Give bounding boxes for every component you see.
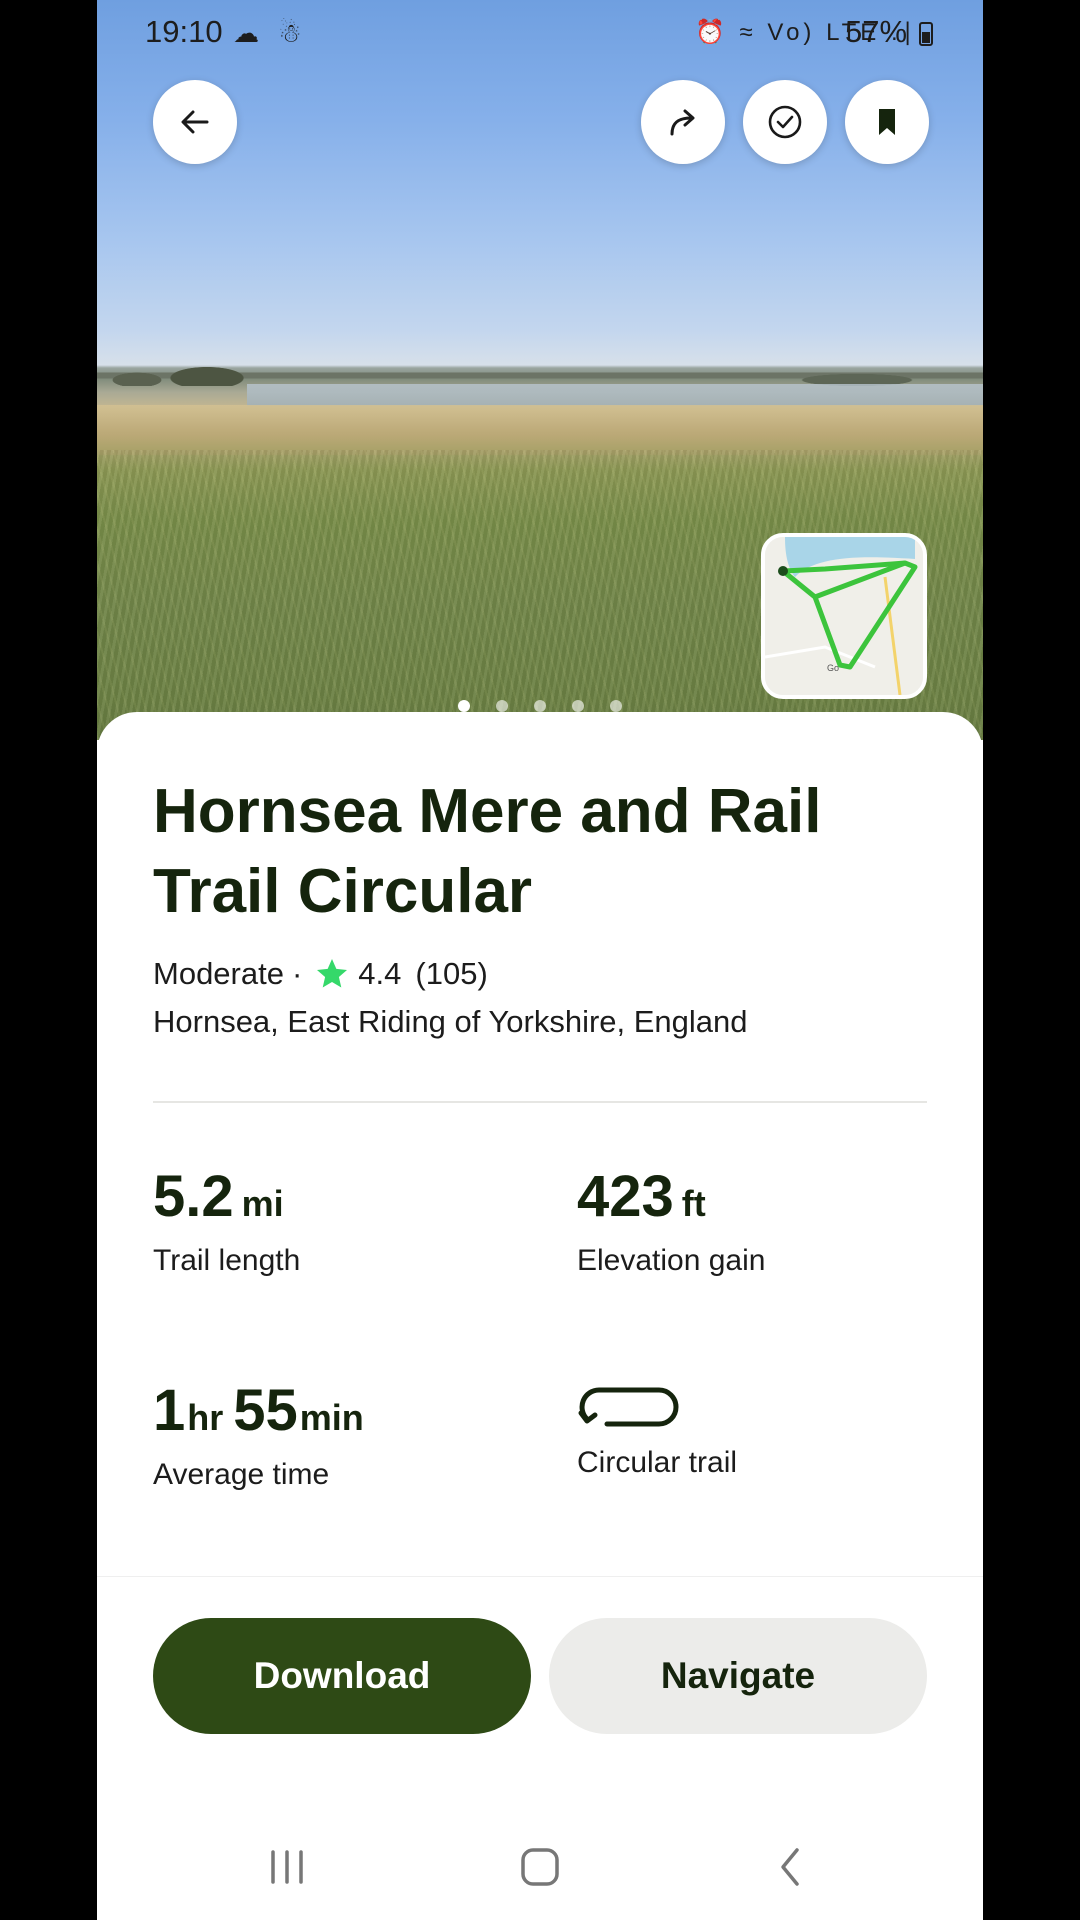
photo-reeds bbox=[97, 405, 983, 455]
time-minutes: 55 bbox=[233, 1378, 298, 1443]
length-label: Trail length bbox=[153, 1244, 301, 1277]
map-place-label: Go bbox=[827, 663, 839, 673]
download-button[interactable]: Download bbox=[153, 1618, 531, 1734]
mark-completed-button[interactable] bbox=[743, 80, 827, 164]
home-icon[interactable] bbox=[510, 1842, 570, 1892]
system-nav-bar bbox=[97, 1818, 983, 1918]
trail-location[interactable]: Hornsea, East Riding of Yorkshire, Engla… bbox=[153, 1004, 748, 1040]
action-divider bbox=[97, 1576, 983, 1577]
status-time: 19:10 bbox=[145, 14, 223, 49]
pager-dot bbox=[496, 700, 508, 712]
trail-info-sheet: Hornsea Mere and Rail Trail Circular Mod… bbox=[97, 712, 983, 1920]
map-thumbnail[interactable]: Go bbox=[761, 533, 927, 699]
trail-meta: Moderate · 4.4 (105) bbox=[153, 956, 488, 992]
elevation-label: Elevation gain bbox=[577, 1244, 766, 1277]
pager-dot bbox=[458, 700, 470, 712]
arrow-left-icon bbox=[181, 110, 209, 134]
length-value: 5.2 bbox=[153, 1164, 234, 1229]
rating-count[interactable]: (105) bbox=[415, 956, 487, 992]
stat-route-type: Circular trail bbox=[577, 1380, 937, 1480]
share-button[interactable] bbox=[641, 80, 725, 164]
stat-elevation-gain: 423 ft Elevation gain bbox=[577, 1165, 937, 1278]
stat-trail-length: 5.2 mi Trail length bbox=[153, 1165, 513, 1278]
back-nav-icon[interactable] bbox=[761, 1842, 821, 1892]
trail-details-screen: 19:10 ☁ ☃ ⏰ ≈ Vo) LTE .∣ 57% Go Hornsea … bbox=[97, 0, 983, 1920]
length-unit: mi bbox=[241, 1183, 284, 1224]
route-type-label: Circular trail bbox=[577, 1446, 738, 1479]
recent-apps-icon[interactable] bbox=[257, 1842, 317, 1892]
share-arrow-icon bbox=[670, 109, 695, 136]
difficulty-label: Moderate bbox=[153, 956, 284, 991]
elevation-value: 423 bbox=[577, 1164, 674, 1229]
status-bar: 19:10 ☁ ☃ ⏰ ≈ Vo) LTE .∣ 57% bbox=[97, 0, 983, 66]
navigate-button[interactable]: Navigate bbox=[549, 1618, 927, 1734]
battery-level: 57% bbox=[845, 14, 908, 49]
time-label: Average time bbox=[153, 1458, 330, 1491]
back-button[interactable] bbox=[153, 80, 237, 164]
rating-value[interactable]: 4.4 bbox=[358, 956, 401, 992]
notification-icons: ☁ ☃ bbox=[233, 18, 308, 48]
check-circle-icon bbox=[768, 105, 802, 139]
pager-dot bbox=[610, 700, 622, 712]
photo-pager bbox=[97, 700, 983, 712]
photo-treeline bbox=[97, 358, 983, 386]
trail-title: Hornsea Mere and Rail Trail Circular bbox=[153, 777, 822, 926]
battery-icon bbox=[919, 22, 933, 46]
route-map-icon: Go bbox=[765, 537, 923, 695]
meta-separator: · bbox=[291, 956, 303, 991]
bookmark-icon bbox=[879, 109, 895, 135]
star-icon bbox=[317, 959, 348, 988]
time-hours: 1 bbox=[153, 1378, 186, 1443]
photo-water bbox=[247, 384, 983, 406]
stat-average-time: 1hr 55min Average time bbox=[153, 1379, 513, 1492]
time-minutes-unit: min bbox=[299, 1397, 364, 1438]
save-button[interactable] bbox=[845, 80, 929, 164]
pager-dot bbox=[534, 700, 546, 712]
divider bbox=[153, 1101, 927, 1103]
elevation-unit: ft bbox=[681, 1183, 706, 1224]
loop-route-icon bbox=[578, 1387, 679, 1427]
time-hours-unit: hr bbox=[187, 1397, 224, 1438]
pager-dot bbox=[572, 700, 584, 712]
